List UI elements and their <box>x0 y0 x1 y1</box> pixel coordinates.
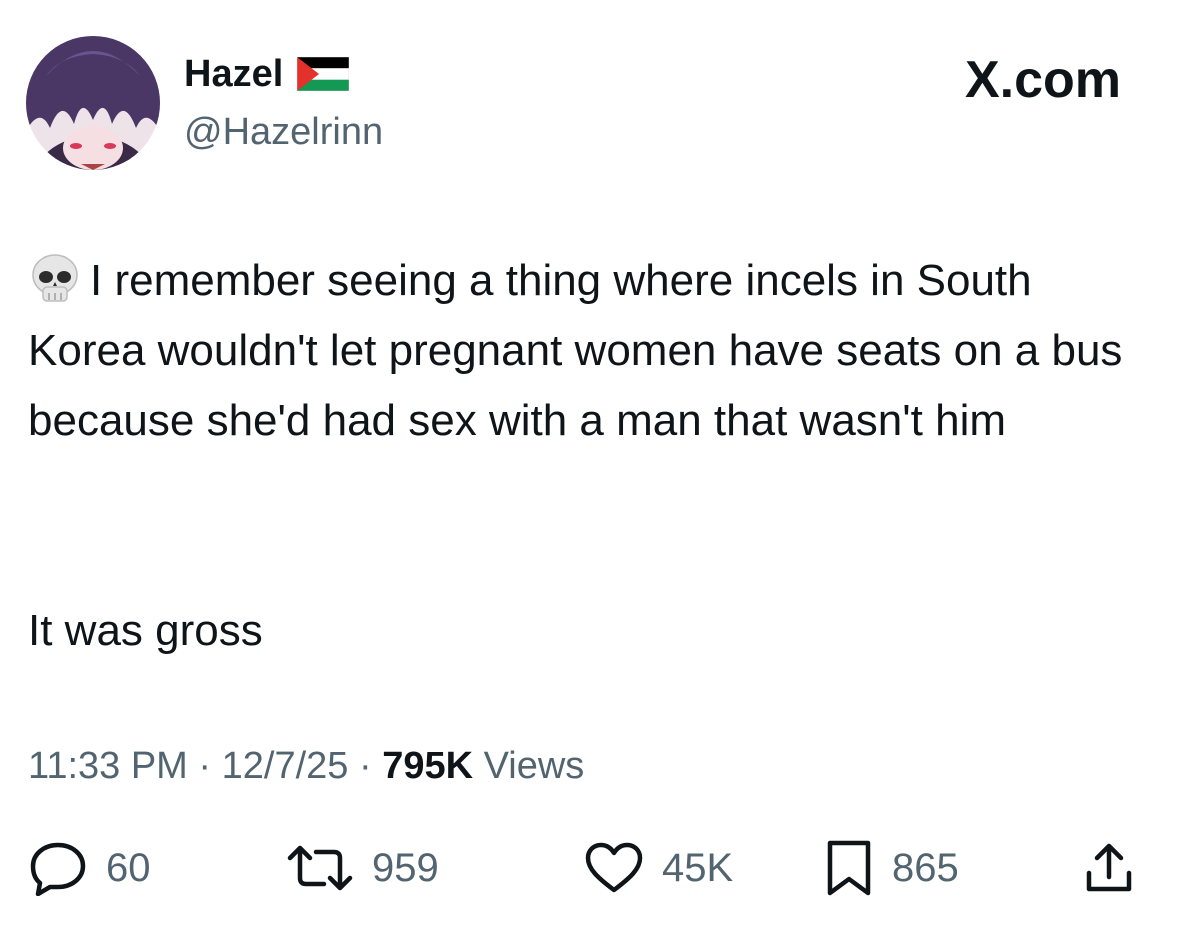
views-count: 795K <box>382 745 474 787</box>
palestine-flag-icon <box>297 57 350 91</box>
heart-icon <box>585 842 643 893</box>
avatar[interactable] <box>26 36 160 170</box>
repost-button[interactable]: 959 <box>286 836 439 900</box>
like-button[interactable]: 45K <box>584 836 733 900</box>
share-button[interactable] <box>1084 836 1134 900</box>
user-handle[interactable]: @Hazelrinn <box>184 108 383 156</box>
tweet-paragraph-2: It was gross <box>28 606 263 655</box>
meta-separator: · <box>358 745 372 787</box>
display-name-row[interactable]: Hazel <box>184 50 350 98</box>
display-name[interactable]: Hazel <box>184 50 283 98</box>
views-label: Views <box>483 745 585 787</box>
tweet-meta: 11:33 PM · 12/7/25 · 795K Views <box>28 740 584 792</box>
bookmark-count: 865 <box>892 846 959 890</box>
share-icon <box>1086 843 1132 892</box>
reply-count: 60 <box>106 846 151 890</box>
site-logo: X.com <box>964 51 1121 109</box>
tweet-time[interactable]: 11:33 PM <box>28 745 188 787</box>
repost-icon <box>287 845 353 891</box>
reply-icon <box>30 842 86 896</box>
repost-count: 959 <box>372 846 439 890</box>
skull-icon <box>32 254 78 302</box>
tweet-date[interactable]: 12/7/25 <box>222 745 349 787</box>
bookmark-icon <box>827 840 871 896</box>
action-bar: 60 959 45K 865 <box>28 836 1148 900</box>
reply-button[interactable]: 60 <box>28 836 151 900</box>
tweet-text: I remember seeing a thing where incels i… <box>28 246 1158 456</box>
meta-separator: · <box>198 745 212 787</box>
bookmark-button[interactable]: 865 <box>824 836 959 900</box>
avatar-image <box>26 36 160 170</box>
like-count: 45K <box>662 846 734 890</box>
tweet-paragraph-1: I remember seeing a thing where incels i… <box>28 256 1123 445</box>
